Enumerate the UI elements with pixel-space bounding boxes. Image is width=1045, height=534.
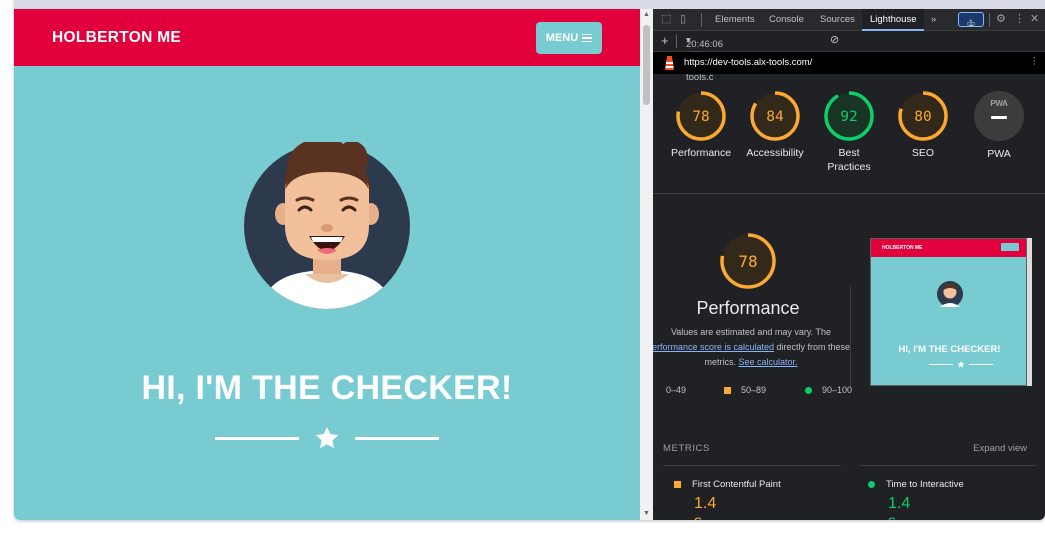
metric-value: 1.4 s <box>694 495 717 520</box>
score-label: SEO <box>911 147 935 159</box>
new-report-icon[interactable]: + <box>661 33 669 48</box>
metric-value: 1.4 s <box>888 495 911 520</box>
inspect-element-icon[interactable]: ⬚ <box>661 12 671 25</box>
close-devtools-icon[interactable]: ✕ <box>1030 12 1039 25</box>
legend-poor: 0–49 <box>666 385 687 395</box>
more-tabs-icon[interactable]: » <box>931 14 936 25</box>
navbar: HOLBERTON ME MENU <box>14 9 640 66</box>
tab-sources[interactable]: Sources <box>820 14 855 25</box>
gauge-ring: 92 <box>824 91 874 141</box>
tab-console[interactable]: Console <box>769 14 804 25</box>
avatar <box>244 142 410 309</box>
score-seo[interactable]: 80 SEO <box>893 90 953 160</box>
hamburger-icon <box>582 32 593 45</box>
legend-good: 90–100 <box>822 385 853 395</box>
device-toolbar-icon[interactable]: ▯ <box>680 12 686 25</box>
brand-logo[interactable]: HOLBERTON ME <box>52 29 181 47</box>
score-best-practices[interactable]: 92 Best Practices <box>819 90 879 174</box>
screenshot-brand: HOLBERTON ME <box>882 245 923 251</box>
score-calculation-link[interactable]: erformance score is calculated <box>653 342 774 352</box>
scroll-down-arrow-icon[interactable]: ▼ <box>640 508 653 520</box>
score-label: Performance <box>671 147 732 159</box>
page-scrollbar[interactable]: ▲ ▼ <box>640 9 653 520</box>
menu-label: MENU <box>545 32 579 44</box>
expand-view-toggle[interactable]: Expand view <box>973 443 1027 454</box>
scroll-up-arrow-icon[interactable]: ▲ <box>640 9 653 21</box>
good-dot-icon <box>805 387 812 394</box>
performance-description: Values are estimated and may vary. The e… <box>653 327 851 367</box>
metric-label: First Contentful Paint <box>692 479 781 490</box>
screenshot-avatar <box>937 281 963 307</box>
pwa-dash-icon <box>991 116 1007 119</box>
gauge-ring: 80 <box>898 91 948 141</box>
performance-gauge: 78 <box>720 233 776 289</box>
lighthouse-logo-icon <box>665 56 674 70</box>
star-icon <box>315 426 339 449</box>
lighthouse-toolbar: + 20:46:06 - dev-tools.alx-tools.c ▾ ⊘ <box>653 31 1045 83</box>
report-url-link[interactable]: https://dev-tools.alx-tools.com/ <box>684 57 812 68</box>
report-menu-icon[interactable]: ⋮ <box>1030 56 1040 67</box>
score-accessibility[interactable]: 84 Accessibility <box>745 90 805 160</box>
tab-elements[interactable]: Elements <box>715 14 755 25</box>
issues-badge[interactable]: ▭ 1 <box>958 12 984 28</box>
screenshot-title: HI, I'M THE CHECKER! <box>898 344 1001 355</box>
pwa-badge-text: PWA <box>990 99 1008 108</box>
score-value: 80 <box>914 109 931 125</box>
issues-count: 1 <box>968 18 974 28</box>
score-value: 92 <box>840 109 857 125</box>
more-options-icon[interactable]: ⋮ <box>1014 12 1025 25</box>
score-legend: 0–49 50–89 90–100 <box>663 385 863 399</box>
see-calculator-link[interactable]: See calculator. <box>738 357 797 367</box>
gauge-ring: 84 <box>750 91 800 141</box>
clear-reports-icon[interactable]: ⊘ <box>830 33 839 46</box>
performance-score: 78 <box>738 252 757 271</box>
divider <box>859 465 1037 466</box>
devtools-panel: ⬚ ▯ Elements Console Sources Lighthouse … <box>653 9 1045 520</box>
divider <box>653 193 1045 194</box>
metrics-heading: METRICS <box>663 443 710 454</box>
devtools-tabbar: ⬚ ▯ Elements Console Sources Lighthouse … <box>653 9 1045 31</box>
report-url-bar: https://dev-tools.alx-tools.com/ ⋮ <box>653 52 1045 74</box>
metric-label: Time to Interactive <box>886 479 964 490</box>
good-dot-icon <box>868 481 875 488</box>
divider <box>215 425 439 455</box>
final-screenshot[interactable]: HOLBERTON ME HI, I'M THE CHECKER! <box>870 238 1027 386</box>
pwa-badge[interactable]: PWA <box>974 91 1024 141</box>
score-label: Best Practices <box>827 147 871 173</box>
settings-gear-icon[interactable]: ⚙ <box>996 12 1006 25</box>
tab-lighthouse[interactable]: Lighthouse <box>862 9 925 31</box>
score-label-pwa: PWA <box>987 148 1011 160</box>
legend-average: 50–89 <box>741 385 767 395</box>
hero-title: HI, I'M THE CHECKER! <box>141 369 513 407</box>
report-selector[interactable]: 20:46:06 - dev-tools.alx-tools.c ▾ <box>686 35 724 83</box>
browser-top-strip <box>14 0 1045 9</box>
web-page: HOLBERTON ME MENU HI, I'M THE CHECKER! <box>14 9 640 520</box>
score-label: Accessibility <box>746 147 804 159</box>
average-square-icon <box>674 481 681 488</box>
menu-button[interactable]: MENU <box>536 22 602 54</box>
scrollbar-thumb[interactable] <box>643 25 650 105</box>
screenshot-scrollbar <box>1027 238 1032 386</box>
performance-title: Performance <box>696 298 800 318</box>
screenshot-divider <box>929 361 993 368</box>
average-square-icon <box>724 387 731 394</box>
score-value: 78 <box>692 109 709 125</box>
browser-frame: HOLBERTON ME MENU HI, I'M THE CHECKER! ▲… <box>14 0 1045 520</box>
gauge-ring: 78 <box>676 91 726 141</box>
score-performance[interactable]: 78 Performance <box>671 90 731 160</box>
divider <box>850 286 851 386</box>
score-value: 84 <box>766 109 784 125</box>
divider <box>663 465 841 466</box>
